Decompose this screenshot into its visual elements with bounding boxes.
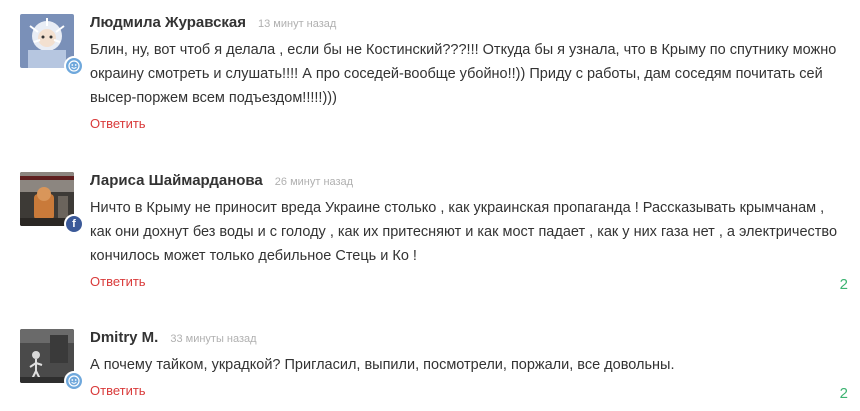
author-name[interactable]: Dmitry M.	[90, 329, 158, 346]
comment: f Лариса Шаймарданова 26 минут назад Ничт…	[0, 172, 860, 297]
comment-time: 13 минут назад	[258, 18, 337, 30]
reply-count[interactable]: 2	[840, 276, 848, 293]
comment-time: 33 минуты назад	[170, 333, 257, 345]
comment-time: 26 минут назад	[274, 176, 354, 188]
reply-button[interactable]: Ответить	[90, 116, 146, 131]
reply-button[interactable]: Ответить	[90, 383, 146, 398]
author-name[interactable]: Лариса Шаймарданова	[90, 172, 263, 189]
user-icon	[64, 56, 84, 76]
comment-author[interactable]: Лариса Шаймарданова 26 минут назад	[90, 172, 353, 189]
comment-text: Блин, ну, вот чтоб я делала , если бы не…	[90, 42, 837, 106]
facebook-icon: f	[64, 214, 84, 234]
comment-author[interactable]: Dmitry M. 33 минуты назад	[90, 329, 257, 346]
author-name[interactable]: Людмила Журавская	[90, 14, 246, 31]
user-icon	[64, 371, 84, 391]
comment-text: Ничто в Крыму не приносит вреда Украине …	[90, 200, 838, 264]
comment: Людмила Журавская 13 минут назад Блин, ну…	[0, 14, 860, 139]
reply-button[interactable]: Ответить	[90, 274, 146, 289]
comment-author[interactable]: Людмила Журавская 13 минут назад	[90, 14, 336, 31]
reply-count[interactable]: 2	[840, 385, 848, 402]
comment: Dmitry M. 33 минуты назад А почему тайком…	[0, 329, 860, 409]
comment-text: А почему тайком, украдкой? Пригласил, вы…	[90, 357, 675, 373]
